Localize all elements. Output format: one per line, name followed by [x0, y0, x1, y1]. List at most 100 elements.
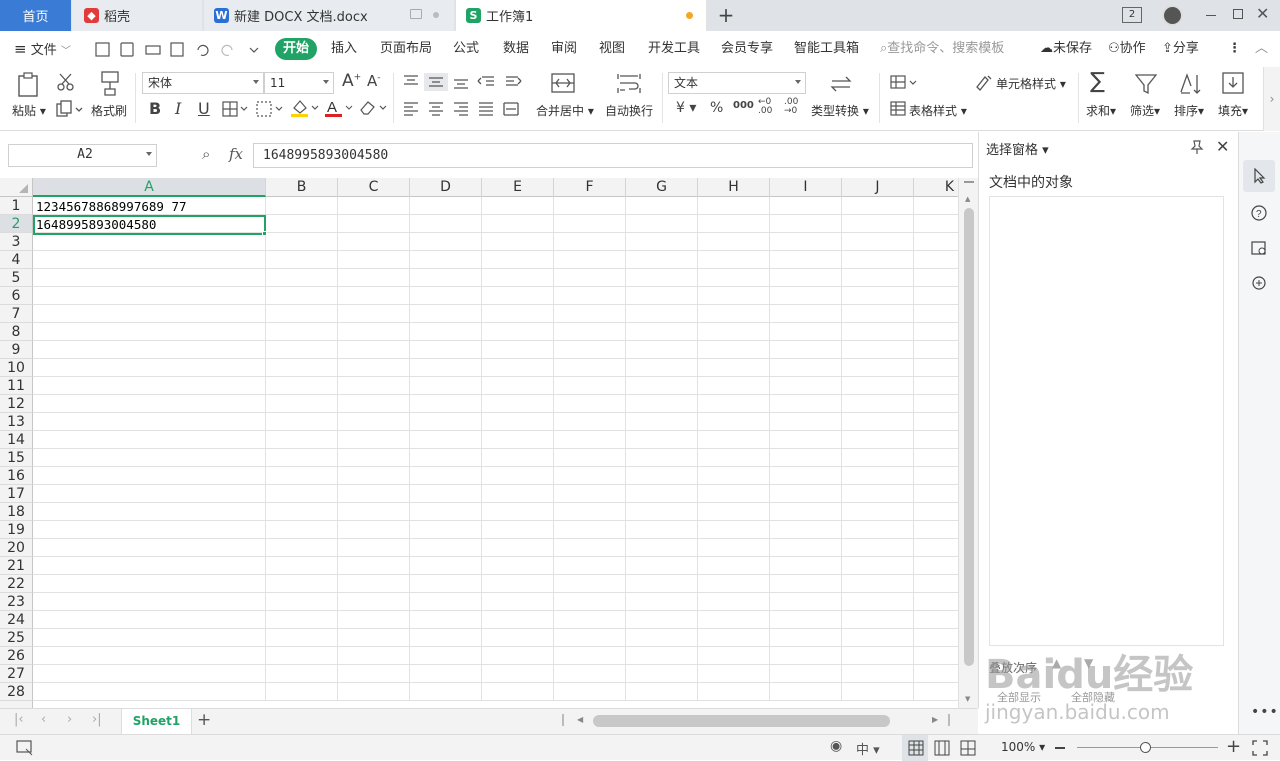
grid-cell[interactable] [33, 431, 266, 449]
underline-button[interactable]: U [198, 99, 210, 118]
grid-cell[interactable] [410, 557, 482, 575]
grid-cell[interactable] [410, 395, 482, 413]
grid-cell[interactable] [482, 377, 554, 395]
grid-cell[interactable] [410, 467, 482, 485]
grid-cell[interactable] [914, 359, 958, 377]
fill-handle[interactable] [262, 231, 267, 236]
grid-cell[interactable] [698, 449, 770, 467]
grid-cell[interactable] [770, 647, 842, 665]
grid-cell[interactable] [842, 647, 914, 665]
grid-cell[interactable] [770, 359, 842, 377]
grid-cell[interactable] [33, 593, 266, 611]
grid-cell[interactable] [554, 593, 626, 611]
grid-cell[interactable] [410, 665, 482, 683]
grid-cell[interactable] [554, 467, 626, 485]
grid-cell[interactable] [914, 503, 958, 521]
grid-cell[interactable] [698, 413, 770, 431]
grid-cell[interactable] [770, 575, 842, 593]
tab-start[interactable]: 开始 [275, 38, 317, 60]
grid-cell[interactable] [338, 449, 410, 467]
grid-cell[interactable] [266, 269, 338, 287]
conditional-format-icon[interactable] [890, 75, 918, 91]
increase-decimal-icon[interactable]: ←0.00 [758, 98, 772, 116]
grid-cell[interactable] [266, 413, 338, 431]
clear-format-icon[interactable] [358, 98, 388, 118]
row-header-4[interactable]: 4 [0, 251, 33, 269]
grid-cell[interactable] [626, 215, 698, 233]
grid-cell[interactable] [914, 215, 958, 233]
row-header-15[interactable]: 15 [0, 449, 33, 467]
grid-cell[interactable] [33, 323, 266, 341]
grid-cell[interactable] [770, 485, 842, 503]
sum-icon[interactable]: ∑ [1090, 69, 1105, 94]
cut-icon[interactable] [56, 73, 76, 91]
grid-cell[interactable] [842, 557, 914, 575]
grid-cell[interactable] [410, 647, 482, 665]
grid-cell[interactable] [33, 467, 266, 485]
grid-cell[interactable] [554, 341, 626, 359]
grid-cell[interactable] [554, 557, 626, 575]
row-header-8[interactable]: 8 [0, 323, 33, 341]
grid-cell[interactable] [770, 323, 842, 341]
grid-cell[interactable] [266, 665, 338, 683]
grid-cell[interactable] [338, 539, 410, 557]
grid-cell[interactable] [410, 269, 482, 287]
grid-cell[interactable] [842, 539, 914, 557]
grid-cell[interactable] [266, 611, 338, 629]
grid-cell[interactable] [626, 485, 698, 503]
number-format-select[interactable]: 文本 [668, 72, 806, 94]
grid-cell[interactable] [842, 305, 914, 323]
grid-cell[interactable] [554, 503, 626, 521]
grid-cell[interactable] [266, 233, 338, 251]
macro-record-icon[interactable] [16, 740, 34, 756]
grid-cell[interactable] [554, 629, 626, 647]
grid-cell[interactable] [698, 215, 770, 233]
bold-button[interactable]: B [149, 99, 161, 118]
grid-cell[interactable] [770, 503, 842, 521]
ribbon-scroll-right-icon[interactable]: › [1263, 67, 1280, 131]
grid-cell[interactable] [410, 197, 482, 215]
grid-cell[interactable] [266, 683, 338, 701]
grid-cell[interactable] [338, 305, 410, 323]
grid-cell[interactable] [410, 593, 482, 611]
cursor-select-icon[interactable] [1252, 168, 1268, 184]
restore-icon[interactable] [1233, 9, 1243, 19]
grid-cell[interactable] [698, 611, 770, 629]
column-header-D[interactable]: D [410, 178, 482, 197]
grid-cell[interactable] [698, 665, 770, 683]
command-search[interactable]: ⌕查找命令、搜索模板 [880, 31, 1004, 67]
grid-cell[interactable] [698, 233, 770, 251]
grid-cell[interactable] [626, 665, 698, 683]
grid-cell[interactable] [626, 449, 698, 467]
grid-cell[interactable] [266, 431, 338, 449]
grid-cell[interactable] [338, 431, 410, 449]
grid-cell[interactable] [338, 575, 410, 593]
font-name-select[interactable]: 宋体 [142, 72, 264, 94]
unsaved-button[interactable]: ☁未保存 [1040, 31, 1092, 67]
grid-cell[interactable] [33, 575, 266, 593]
grid-cell[interactable] [482, 323, 554, 341]
fill-pattern-icon[interactable] [256, 101, 284, 117]
sum-button[interactable]: 求和▾ [1086, 102, 1116, 119]
grid-cell[interactable] [482, 359, 554, 377]
wrap-text-icon[interactable] [617, 73, 643, 95]
grid-cell[interactable] [698, 557, 770, 575]
grid-cell[interactable] [338, 251, 410, 269]
column-header-A[interactable]: A [33, 178, 266, 197]
grid-cell[interactable] [842, 485, 914, 503]
merge-center-icon[interactable] [551, 73, 577, 95]
grid-cell[interactable] [482, 683, 554, 701]
column-header-B[interactable]: B [266, 178, 338, 197]
grid-cell[interactable] [33, 503, 266, 521]
grid-cell[interactable] [842, 449, 914, 467]
grid-cell[interactable] [770, 449, 842, 467]
grid-cell[interactable] [698, 341, 770, 359]
sort-button[interactable]: 排序▾ [1174, 102, 1204, 119]
grid-cell[interactable] [626, 305, 698, 323]
horizontal-scroll-thumb[interactable] [593, 715, 890, 727]
grid-cell[interactable] [554, 665, 626, 683]
unsaved-dot-icon[interactable] [686, 12, 693, 19]
grid-cell[interactable] [33, 557, 266, 575]
grid-cell[interactable] [482, 449, 554, 467]
eye-protection-icon[interactable]: ◉ [830, 738, 842, 754]
